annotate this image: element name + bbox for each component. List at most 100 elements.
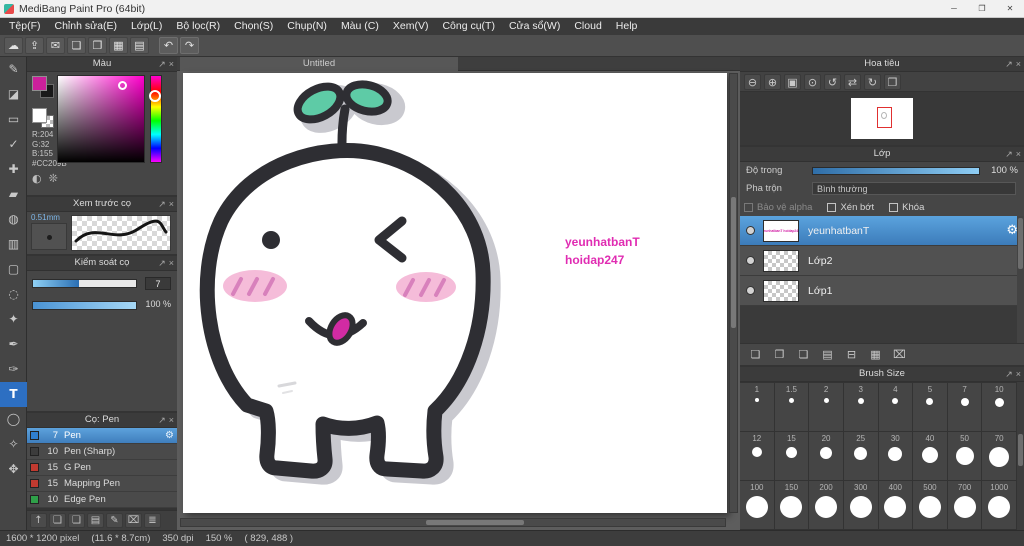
- redo-icon[interactable]: ↷: [180, 37, 199, 54]
- add-layer-icon[interactable]: ❏: [748, 348, 763, 361]
- combine-layer-icon[interactable]: ▦: [868, 348, 883, 361]
- menu-item[interactable]: Tệp(F): [2, 18, 48, 35]
- brush-list-item[interactable]: 10Edge Pen: [27, 492, 177, 508]
- close-panel-icon[interactable]: [169, 57, 174, 71]
- brush-size-cell[interactable]: 12: [740, 432, 774, 480]
- drawing-canvas[interactable]: yeunhatbanT hoidap247: [183, 73, 727, 513]
- layer-row[interactable]: yeunhatbanT hoidap247yeunhatbanT⚙: [740, 216, 1024, 246]
- brush-size-cell[interactable]: 3: [844, 383, 878, 431]
- menu-item[interactable]: Màu (C): [334, 18, 386, 35]
- menu-item[interactable]: Chọn(S): [227, 18, 280, 35]
- maximize-button[interactable]: ❐: [968, 0, 996, 18]
- delete-layer-icon[interactable]: ⌧: [892, 348, 907, 361]
- brush-size-cell[interactable]: 25: [844, 432, 878, 480]
- blend-mode-dropdown[interactable]: Bình thường: [812, 182, 1016, 195]
- layer-row[interactable]: Lớp1: [740, 276, 1024, 306]
- color-wheel-icon[interactable]: ◐: [32, 172, 42, 185]
- folder-icon[interactable]: ▤: [87, 513, 104, 528]
- popout-icon[interactable]: [158, 256, 166, 270]
- operation-tool[interactable]: ✑: [0, 357, 27, 382]
- navigator-view-rectangle[interactable]: [877, 107, 892, 128]
- popout-icon[interactable]: [158, 197, 166, 211]
- document-tab[interactable]: Untitled: [180, 57, 458, 71]
- canvas-horizontal-scrollbar[interactable]: [180, 518, 726, 527]
- fill-rect-tool[interactable]: ▰: [0, 182, 27, 207]
- close-button[interactable]: ✕: [996, 0, 1024, 18]
- pixel-grid-icon[interactable]: ▦: [109, 37, 128, 54]
- brush-size-cell[interactable]: 1.5: [775, 383, 809, 431]
- hue-slider-marker[interactable]: [149, 90, 161, 102]
- gradient-tool[interactable]: ▥: [0, 232, 27, 257]
- hue-slider[interactable]: [150, 75, 162, 163]
- layer-list-scrollbar[interactable]: [1017, 216, 1024, 343]
- hand-tool[interactable]: ✥: [0, 457, 27, 482]
- add-folder-icon[interactable]: ▤: [820, 348, 835, 361]
- protect-alpha-checkbox[interactable]: Bảo vệ alpha: [744, 202, 812, 213]
- edit-brush-icon[interactable]: ✎: [106, 513, 123, 528]
- brush-size-cell[interactable]: 4: [879, 383, 913, 431]
- foreground-color-swatch[interactable]: [32, 76, 47, 91]
- vertical-scroll-thumb[interactable]: [731, 197, 736, 328]
- navigator-thumbnail[interactable]: [851, 98, 913, 139]
- eyedropper-tool[interactable]: ✧: [0, 432, 27, 457]
- bucket-tool[interactable]: ◍: [0, 207, 27, 232]
- brush-size-cell[interactable]: 700: [948, 481, 982, 529]
- color-picker-marker[interactable]: [118, 81, 127, 90]
- layer-visibility-icon[interactable]: [747, 257, 754, 264]
- layer-scroll-thumb[interactable]: [1018, 218, 1023, 269]
- flip-horizontal-icon[interactable]: ⇄: [844, 74, 861, 90]
- popout-icon[interactable]: [1005, 367, 1013, 381]
- close-panel-icon[interactable]: [1016, 57, 1021, 71]
- gear-icon[interactable]: ⚙: [165, 430, 174, 441]
- brush-size-cell[interactable]: 500: [913, 481, 947, 529]
- delete-brush-icon[interactable]: ⌧: [125, 513, 142, 528]
- brush-size-cell[interactable]: 200: [809, 481, 843, 529]
- pen-tool[interactable]: ✒: [0, 332, 27, 357]
- merge-down-icon[interactable]: ⊟: [844, 348, 859, 361]
- magic-wand-tool[interactable]: ✦: [0, 307, 27, 332]
- new-brush-menu-icon[interactable]: ❏: [68, 513, 85, 528]
- brush-size-cell[interactable]: 10: [982, 383, 1016, 431]
- menu-item[interactable]: Chụp(N): [280, 18, 334, 35]
- brush-size-cell[interactable]: 15: [775, 432, 809, 480]
- menu-item[interactable]: Công cụ(T): [435, 18, 502, 35]
- brush-size-scrollbar[interactable]: [1017, 382, 1024, 530]
- rotate-right-icon[interactable]: ↻: [864, 74, 881, 90]
- brush-size-cell[interactable]: 1000: [982, 481, 1016, 529]
- rotate-left-icon[interactable]: ↺: [824, 74, 841, 90]
- brush-size-cell[interactable]: 300: [844, 481, 878, 529]
- close-panel-icon[interactable]: [1016, 147, 1021, 161]
- zoom-in-icon[interactable]: ⊕: [764, 74, 781, 90]
- horizontal-scroll-thumb[interactable]: [426, 520, 524, 525]
- popout-icon[interactable]: [158, 413, 166, 427]
- reset-view-icon[interactable]: ❐: [884, 74, 901, 90]
- clipping-checkbox[interactable]: Xén bớt: [827, 202, 874, 213]
- select-rect-tool[interactable]: ▢: [0, 257, 27, 282]
- secondary-color-swatch[interactable]: [32, 108, 47, 123]
- brush-list-item[interactable]: 15G Pen: [27, 460, 177, 476]
- eraser-tool[interactable]: ◪: [0, 82, 27, 107]
- comment-icon[interactable]: ✉: [46, 37, 65, 54]
- pages-icon[interactable]: ❐: [88, 37, 107, 54]
- close-panel-icon[interactable]: [169, 256, 174, 270]
- brush-list-item[interactable]: 15Mapping Pen: [27, 476, 177, 492]
- brush-opacity-slider[interactable]: [32, 301, 137, 310]
- close-panel-icon[interactable]: [1016, 367, 1021, 381]
- brush-size-cell[interactable]: 400: [879, 481, 913, 529]
- brush-size-cell[interactable]: 50: [948, 432, 982, 480]
- move-tool[interactable]: ✚: [0, 157, 27, 182]
- lock-checkbox[interactable]: Khóa: [889, 202, 924, 213]
- minimize-button[interactable]: ─: [940, 0, 968, 18]
- brush-list-item[interactable]: 10Pen (Sharp): [27, 444, 177, 460]
- layer-opacity-slider[interactable]: [812, 167, 980, 175]
- menu-item[interactable]: Xem(V): [386, 18, 436, 35]
- add-layer-menu-icon[interactable]: ❏: [796, 348, 811, 361]
- brush-size-cell[interactable]: 20: [809, 432, 843, 480]
- menu-item[interactable]: Cloud: [567, 18, 608, 35]
- material-panel-icon[interactable]: ▤: [130, 37, 149, 54]
- up-icon[interactable]: ↑: [30, 513, 47, 528]
- brush-size-cell[interactable]: 5: [913, 383, 947, 431]
- popout-icon[interactable]: [1005, 57, 1013, 71]
- palette-icon[interactable]: ❊: [49, 172, 58, 185]
- copy-icon[interactable]: ❏: [67, 37, 86, 54]
